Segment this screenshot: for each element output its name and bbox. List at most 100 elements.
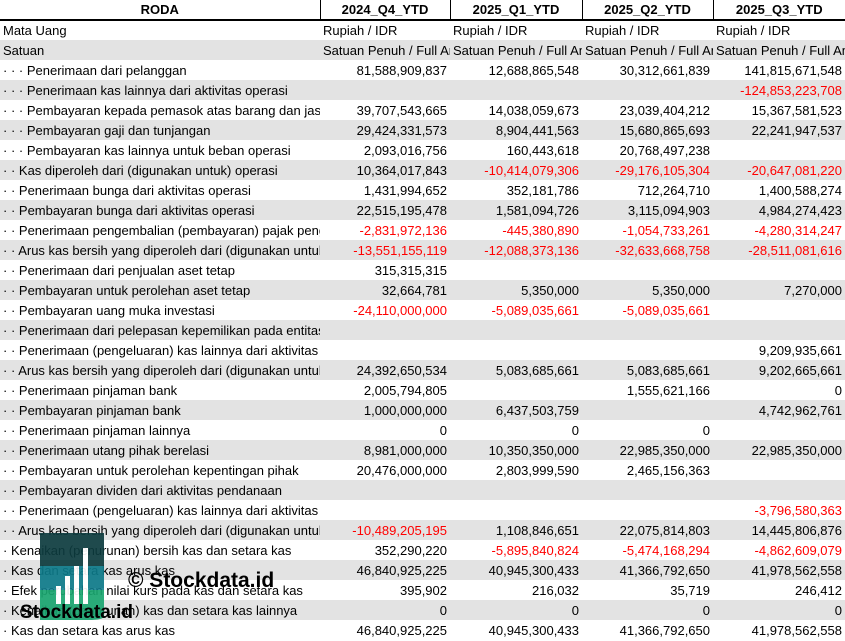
value-cell[interactable]: 24,392,650,534 [320, 360, 450, 380]
value-cell[interactable]: 10,364,017,843 [320, 160, 450, 180]
period-header[interactable]: 2025_Q3_YTD [712, 0, 845, 21]
meta-cell[interactable]: Rupiah / IDR [713, 20, 845, 40]
period-header[interactable]: 2024_Q4_YTD [319, 0, 450, 21]
value-cell[interactable]: 41,366,792,650 [582, 620, 713, 640]
value-cell[interactable]: 0 [320, 600, 450, 620]
value-cell[interactable]: 22,985,350,000 [582, 440, 713, 460]
value-cell[interactable] [320, 480, 450, 500]
value-cell[interactable]: 315,315,315 [320, 260, 450, 280]
value-cell[interactable]: 352,290,220 [320, 540, 450, 560]
value-cell[interactable]: 14,445,806,876 [713, 520, 845, 540]
value-cell[interactable]: 41,978,562,558 [713, 620, 845, 640]
value-cell[interactable]: -124,853,223,708 [713, 80, 845, 100]
ticker-header[interactable]: RODA [0, 0, 320, 21]
value-cell[interactable]: 1,431,994,652 [320, 180, 450, 200]
value-cell[interactable]: 1,555,621,166 [582, 380, 713, 400]
value-cell[interactable]: -5,474,168,294 [582, 540, 713, 560]
meta-cell[interactable]: Rupiah / IDR [450, 20, 582, 40]
value-cell[interactable]: 40,945,300,433 [450, 560, 582, 580]
row-label[interactable]: · · Pembayaran dividen dari aktivitas pe… [0, 480, 320, 500]
value-cell[interactable]: -13,551,155,119 [320, 240, 450, 260]
row-label[interactable]: Mata Uang [0, 20, 320, 40]
row-label[interactable]: · · Penerimaan bunga dari aktivitas oper… [0, 180, 320, 200]
value-cell[interactable]: 7,270,000 [713, 280, 845, 300]
meta-cell[interactable]: Rupiah / IDR [320, 20, 450, 40]
value-cell[interactable]: 20,768,497,238 [582, 140, 713, 160]
row-label[interactable]: · · Penerimaan pinjaman lainnya [0, 420, 320, 440]
value-cell[interactable]: -28,511,081,616 [713, 240, 845, 260]
value-cell[interactable]: 10,350,350,000 [450, 440, 582, 460]
value-cell[interactable]: 41,978,562,558 [713, 560, 845, 580]
row-label[interactable]: · · Arus kas bersih yang diperoleh dari … [0, 240, 320, 260]
row-label[interactable]: · · Penerimaan (pengeluaran) kas lainnya… [0, 500, 320, 520]
row-label[interactable]: · · Penerimaan utang pihak berelasi [0, 440, 320, 460]
value-cell[interactable]: 2,005,794,805 [320, 380, 450, 400]
value-cell[interactable]: 20,476,000,000 [320, 460, 450, 480]
value-cell[interactable]: 2,803,999,590 [450, 460, 582, 480]
value-cell[interactable] [713, 480, 845, 500]
value-cell[interactable] [320, 80, 450, 100]
value-cell[interactable]: 22,075,814,803 [582, 520, 713, 540]
value-cell[interactable]: 0 [450, 600, 582, 620]
value-cell[interactable]: 216,032 [450, 580, 582, 600]
value-cell[interactable]: -4,280,314,247 [713, 220, 845, 240]
row-label[interactable]: · · Pembayaran untuk perolehan aset teta… [0, 280, 320, 300]
value-cell[interactable]: -29,176,105,304 [582, 160, 713, 180]
value-cell[interactable]: 39,707,543,665 [320, 100, 450, 120]
meta-cell[interactable]: Satuan Penuh / Full Amount [713, 40, 845, 60]
value-cell[interactable]: -5,089,035,661 [450, 300, 582, 320]
row-label[interactable]: · · · Pembayaran kas lainnya untuk beban… [0, 140, 320, 160]
value-cell[interactable]: -20,647,081,220 [713, 160, 845, 180]
row-label[interactable]: · · Penerimaan pinjaman bank [0, 380, 320, 400]
value-cell[interactable]: 46,840,925,225 [320, 620, 450, 640]
row-label[interactable]: · Efek perubahan nilai kurs pada kas dan… [0, 580, 320, 600]
value-cell[interactable]: 22,515,195,478 [320, 200, 450, 220]
value-cell[interactable]: -3,796,580,363 [713, 500, 845, 520]
value-cell[interactable]: 1,581,094,726 [450, 200, 582, 220]
value-cell[interactable]: 0 [713, 600, 845, 620]
value-cell[interactable]: 395,902 [320, 580, 450, 600]
value-cell[interactable]: 4,984,274,423 [713, 200, 845, 220]
value-cell[interactable]: -24,110,000,000 [320, 300, 450, 320]
value-cell[interactable]: 0 [450, 420, 582, 440]
row-label[interactable]: · · Pembayaran untuk perolehan kepenting… [0, 460, 320, 480]
value-cell[interactable]: -12,088,373,136 [450, 240, 582, 260]
row-label[interactable]: · Kenaikan (penurunan) bersih kas dan se… [0, 540, 320, 560]
value-cell[interactable]: 41,366,792,650 [582, 560, 713, 580]
row-label[interactable]: · · Arus kas bersih yang diperoleh dari … [0, 520, 320, 540]
value-cell[interactable]: -5,895,840,824 [450, 540, 582, 560]
meta-cell[interactable]: Satuan Penuh / Full Amount [450, 40, 582, 60]
row-label[interactable]: · · · Penerimaan kas lainnya dari aktivi… [0, 80, 320, 100]
value-cell[interactable]: 2,093,016,756 [320, 140, 450, 160]
value-cell[interactable]: 81,588,909,837 [320, 60, 450, 80]
value-cell[interactable]: 2,465,156,363 [582, 460, 713, 480]
value-cell[interactable]: 35,719 [582, 580, 713, 600]
value-cell[interactable]: 22,985,350,000 [713, 440, 845, 460]
value-cell[interactable]: 9,202,665,661 [713, 360, 845, 380]
meta-cell[interactable]: Satuan Penuh / Full Amount [582, 40, 713, 60]
row-label[interactable]: · · Penerimaan (pengeluaran) kas lainnya… [0, 340, 320, 360]
row-label[interactable]: · · · Penerimaan dari pelanggan [0, 60, 320, 80]
value-cell[interactable]: -2,831,972,136 [320, 220, 450, 240]
value-cell[interactable]: 14,038,059,673 [450, 100, 582, 120]
value-cell[interactable]: -5,089,035,661 [582, 300, 713, 320]
value-cell[interactable]: 1,108,846,651 [450, 520, 582, 540]
value-cell[interactable] [713, 260, 845, 280]
row-label[interactable]: · · Penerimaan dari penjualan aset tetap [0, 260, 320, 280]
value-cell[interactable]: 23,039,404,212 [582, 100, 713, 120]
value-cell[interactable]: 0 [713, 380, 845, 400]
value-cell[interactable]: -445,380,890 [450, 220, 582, 240]
value-cell[interactable] [450, 380, 582, 400]
value-cell[interactable]: -10,489,205,195 [320, 520, 450, 540]
row-label[interactable]: · · Kas diperoleh dari (digunakan untuk)… [0, 160, 320, 180]
meta-cell[interactable]: Satuan Penuh / Full Amount [320, 40, 450, 60]
value-cell[interactable]: 712,264,710 [582, 180, 713, 200]
value-cell[interactable]: 12,688,865,548 [450, 60, 582, 80]
value-cell[interactable]: -1,054,733,261 [582, 220, 713, 240]
value-cell[interactable] [320, 320, 450, 340]
row-label[interactable]: · Kas dan setara kas arus kas [0, 560, 320, 580]
value-cell[interactable]: -10,414,079,306 [450, 160, 582, 180]
value-cell[interactable]: 5,350,000 [582, 280, 713, 300]
value-cell[interactable]: 5,083,685,661 [450, 360, 582, 380]
value-cell[interactable] [582, 80, 713, 100]
